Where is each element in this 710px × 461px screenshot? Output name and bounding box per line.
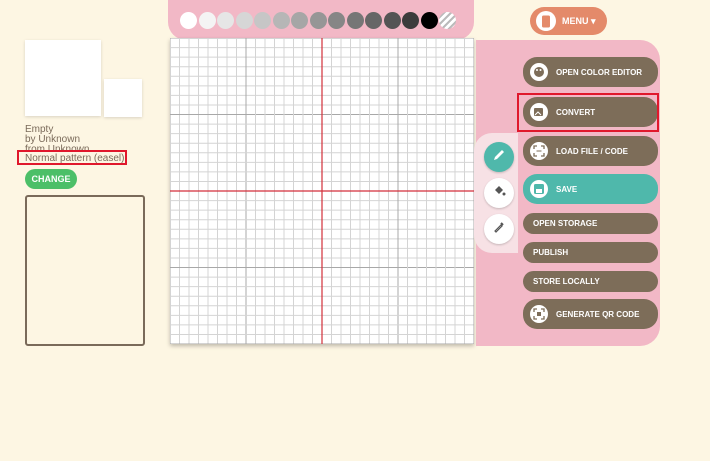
generate-qr-button[interactable]: GENERATE QR CODE xyxy=(523,299,658,329)
load-file-button[interactable]: LOAD FILE / CODE xyxy=(523,136,658,166)
palette-swatch-12[interactable] xyxy=(383,12,401,29)
load-file-label: LOAD FILE / CODE xyxy=(556,146,628,156)
palette-icon xyxy=(530,63,548,81)
open-color-editor-button[interactable]: OPEN COLOR EDITOR xyxy=(523,57,658,87)
publish-button[interactable]: PUBLISH xyxy=(523,242,658,263)
palette-swatch-14[interactable] xyxy=(420,12,438,29)
color-palette xyxy=(168,0,474,40)
palette-swatch-4[interactable] xyxy=(235,12,253,29)
fill-tool[interactable] xyxy=(484,178,514,208)
pattern-canvas[interactable] xyxy=(170,38,474,344)
save-icon xyxy=(530,180,548,198)
palette-swatch-5[interactable] xyxy=(254,12,271,29)
save-button[interactable]: SAVE xyxy=(523,174,658,204)
phone-icon xyxy=(536,11,556,31)
palette-swatch-13[interactable] xyxy=(402,12,419,29)
generate-qr-label: GENERATE QR CODE xyxy=(556,309,640,319)
palette-swatch-7[interactable] xyxy=(291,12,308,29)
menu-label: MENU ▾ xyxy=(562,15,596,26)
fill-bucket-icon xyxy=(492,184,506,203)
open-storage-button[interactable]: OPEN STORAGE xyxy=(523,213,658,234)
menu-button[interactable]: MENU ▾ xyxy=(530,7,607,35)
eyedropper-icon xyxy=(492,220,506,239)
palette-swatch-6[interactable] xyxy=(272,12,290,29)
palette-swatch-9[interactable] xyxy=(328,12,345,29)
palette-swatch-transparent[interactable] xyxy=(439,12,456,29)
save-label: SAVE xyxy=(556,184,578,194)
qr-code-icon xyxy=(530,305,548,323)
convert-highlight xyxy=(517,93,659,132)
pattern-description-box xyxy=(25,195,145,346)
pixel-grid[interactable] xyxy=(170,38,474,344)
store-locally-button[interactable]: STORE LOCALLY xyxy=(523,271,658,292)
pencil-tool[interactable] xyxy=(484,142,514,172)
pencil-icon xyxy=(492,148,506,167)
palette-swatch-10[interactable] xyxy=(346,12,364,29)
palette-swatch-8[interactable] xyxy=(309,12,327,29)
palette-swatch-1[interactable] xyxy=(180,12,197,29)
eyedropper-tool[interactable] xyxy=(484,214,514,244)
palette-swatch-2[interactable] xyxy=(198,12,216,29)
pattern-preview-small xyxy=(104,79,142,117)
open-color-editor-label: OPEN COLOR EDITOR xyxy=(556,67,643,77)
scan-icon xyxy=(530,142,548,160)
pattern-preview-large xyxy=(25,40,101,116)
palette-swatch-3[interactable] xyxy=(217,12,234,29)
change-button[interactable]: CHANGE xyxy=(25,169,77,189)
palette-swatch-11[interactable] xyxy=(365,12,382,29)
pattern-type-label: Normal pattern (easel) xyxy=(17,150,127,165)
